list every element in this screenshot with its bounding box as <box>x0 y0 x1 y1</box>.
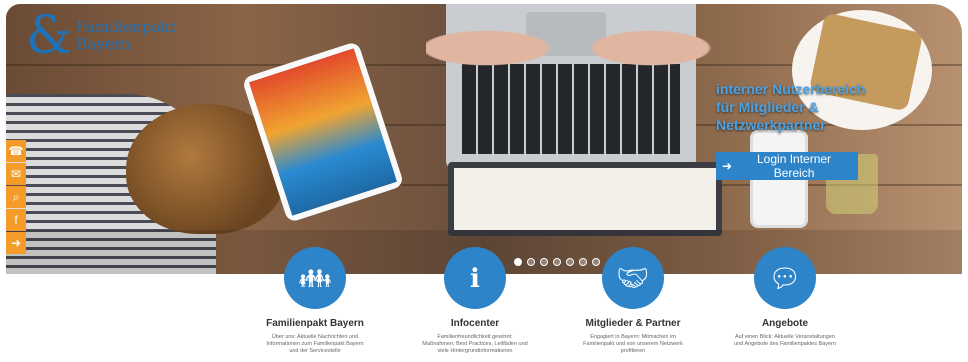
feature-description: Über uns: Aktuelle Nachrichten und Infor… <box>240 334 390 355</box>
login-icon[interactable]: ➜ <box>6 232 26 254</box>
side-toolbar: ☎ ✉ ⌕ f ➜ <box>6 140 26 255</box>
search-icon[interactable]: ⌕ <box>6 186 26 208</box>
feature-familienpakt[interactable]: 👪︎ Familienpakt Bayern Über uns: Aktuell… <box>240 247 390 355</box>
login-label: Login Interner Bereich <box>757 152 832 180</box>
feature-desc-line: Engagiert in Bayern: Mitmachen im <box>590 334 676 340</box>
feature-angebote[interactable]: 💬︎ Angebote Auf einen Blick: Aktuelle Ve… <box>710 247 860 348</box>
feature-desc-line: Familienpakt und von unserem Netzwerk <box>583 341 683 347</box>
chat-icon: 💬︎ <box>754 247 816 309</box>
feature-title: Infocenter <box>450 318 500 329</box>
hero-caption: interner Nutzerbereich für Mitglieder & … <box>716 80 865 134</box>
feature-description: Familienfreundlichkeit gewinnt: Maßnahme… <box>400 334 550 355</box>
feature-desc-line: Über uns: Aktuelle Nachrichten und <box>271 334 359 340</box>
feature-title: Familienpakt Bayern <box>266 318 364 329</box>
feature-desc-line: profitieren <box>620 348 646 354</box>
feature-infocenter[interactable]: ℹ Infocenter Familienfreundlichkeit gewi… <box>400 247 550 355</box>
feature-desc-line: Maßnahmen, Best Practices, Leitfäden und <box>422 341 528 347</box>
feature-title: Angebote <box>761 318 809 329</box>
hero-caption-line3: Netzwerkpartner <box>716 117 826 133</box>
logo-text: Familienpakt Bayern <box>76 19 175 53</box>
feature-desc-line: Informationen zum Familienpakt Bayern <box>266 341 364 347</box>
feature-mitglieder-partner[interactable]: 🤝︎ Mitglieder & Partner Engagiert in Bay… <box>558 247 708 355</box>
feature-desc-line: viele Hintergrundinformationen <box>437 348 513 354</box>
handshake-icon: 🤝︎ <box>602 247 664 309</box>
feature-desc-line: Auf einen Blick: Aktuelle Veranstaltunge… <box>735 334 835 340</box>
facebook-icon[interactable]: f <box>6 209 26 231</box>
feature-description: Engagiert in Bayern: Mitmachen im Famili… <box>558 334 708 355</box>
logo-ampersand: & <box>26 6 73 66</box>
feature-desc-line: und der Servicestelle <box>289 348 341 354</box>
feature-row: 👪︎ Familienpakt Bayern Über uns: Aktuell… <box>240 247 860 362</box>
info-icon: ℹ <box>444 247 506 309</box>
feature-title: Mitglieder & Partner <box>585 318 681 329</box>
laptop-screen <box>448 162 722 236</box>
hands-image <box>426 4 726 114</box>
phone-icon[interactable]: ☎ <box>6 140 26 162</box>
family-icon: 👪︎ <box>284 247 346 309</box>
logo-line1: Familienpakt <box>76 18 176 36</box>
hero-caption-line1: interner Nutzerbereich <box>716 81 866 97</box>
hero-caption-line2: für Mitglieder & <box>716 99 819 115</box>
logo-line2: Bayern <box>76 35 131 53</box>
login-icon: ➜ <box>722 159 733 173</box>
login-internal-button[interactable]: ➜ Login Interner Bereich <box>716 152 858 180</box>
mail-icon[interactable]: ✉ <box>6 163 26 185</box>
site-logo[interactable]: & Familienpakt Bayern <box>26 10 175 62</box>
feature-desc-line: und Angebote des Familienpaktes Bayern <box>734 341 836 347</box>
feature-description: Auf einen Blick: Aktuelle Veranstaltunge… <box>710 334 860 348</box>
feature-desc-line: Familienfreundlichkeit gewinnt: <box>437 334 513 340</box>
